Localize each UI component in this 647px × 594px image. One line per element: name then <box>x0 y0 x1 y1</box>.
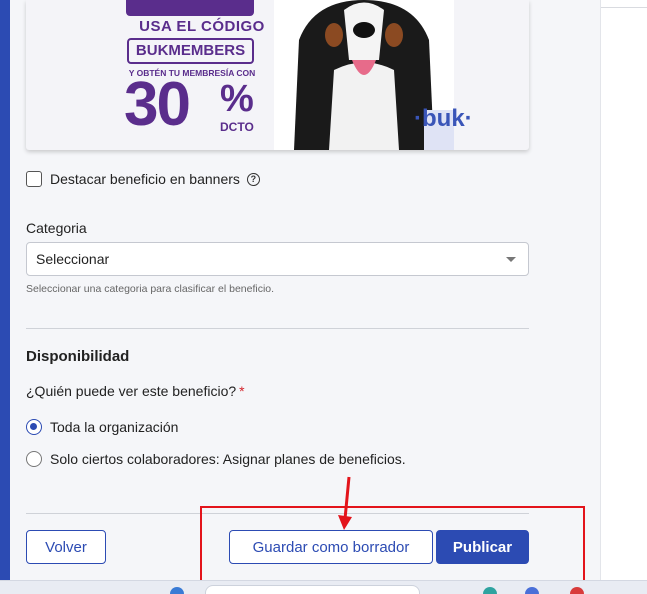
radio-all-org-label: Toda la organización <box>50 419 179 435</box>
windows-start-icon[interactable] <box>170 587 184 594</box>
category-label: Categoria <box>26 220 87 236</box>
buk-logo: ·buk· <box>414 105 473 132</box>
chevron-down-icon <box>506 257 516 262</box>
banner-line-1: USA EL CÓDIGO <box>139 18 265 35</box>
availability-question-text: ¿Quién puede ver este beneficio? <box>26 383 237 399</box>
radio-some-collaborators-label: Solo ciertos colaboradores: Asignar plan… <box>50 451 406 467</box>
promo-banner-image: USA EL CÓDIGO BUKMEMBERS Y OBTÉN TU MEMB… <box>26 0 529 150</box>
availability-question: ¿Quién puede ver este beneficio? * <box>26 383 245 399</box>
category-select[interactable]: Seleccionar <box>26 242 529 276</box>
radio-some-collaborators[interactable] <box>26 451 42 467</box>
back-button[interactable]: Volver <box>26 530 106 564</box>
category-hint: Seleccionar una categoria para clasifica… <box>26 283 275 295</box>
right-side-panel <box>600 0 647 580</box>
required-mark: * <box>239 383 245 399</box>
highlight-banner-option[interactable]: Destacar beneficio en banners ? <box>26 170 260 188</box>
taskbar-app-icon[interactable] <box>483 587 497 594</box>
banner-top-pill <box>126 0 254 16</box>
left-accent-bar <box>0 0 10 580</box>
taskbar-search-box[interactable] <box>205 585 420 594</box>
availability-title: Disponibilidad <box>26 348 130 365</box>
highlight-banner-label: Destacar beneficio en banners <box>50 171 240 187</box>
radio-all-org[interactable] <box>26 419 42 435</box>
taskbar-app-icon-2[interactable] <box>525 587 539 594</box>
banner-code: BUKMEMBERS <box>127 38 254 64</box>
os-taskbar <box>0 580 647 594</box>
category-select-value: Seleccionar <box>36 251 110 267</box>
question-circle-icon[interactable]: ? <box>246 172 260 186</box>
taskbar-app-icon-3[interactable] <box>570 587 584 594</box>
banner-discount-number: 30 <box>124 70 191 139</box>
radio-option-some-collaborators[interactable]: Solo ciertos colaboradores: Asignar plan… <box>26 450 406 468</box>
annotation-highlight-box <box>200 506 585 582</box>
banner-discount-suffix: DCTO <box>220 120 254 134</box>
section-divider <box>26 328 529 329</box>
annotation-arrow-icon <box>338 476 352 530</box>
banner-discount-symbol: % <box>220 78 254 120</box>
highlight-banner-checkbox[interactable] <box>26 171 42 187</box>
radio-option-all-org[interactable]: Toda la organización <box>26 418 178 436</box>
